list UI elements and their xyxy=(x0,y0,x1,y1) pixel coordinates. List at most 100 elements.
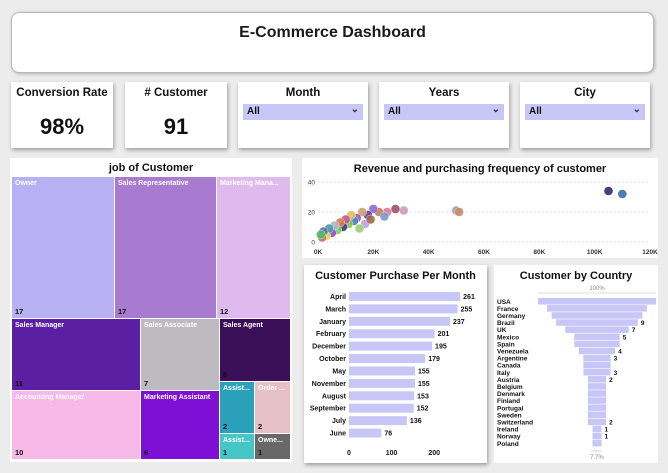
funnel-category-label: Mexico xyxy=(497,334,519,341)
month-bar[interactable] xyxy=(349,391,415,401)
scatter-point[interactable] xyxy=(617,189,628,199)
years-dropdown[interactable]: All ⌄ xyxy=(384,104,504,120)
kpi-label: Conversion Rate xyxy=(16,87,108,99)
bar-category-label: March xyxy=(325,306,346,313)
bar-category-label: December xyxy=(312,344,346,351)
funnel-value-label: 1 xyxy=(605,434,609,441)
month-bar[interactable] xyxy=(349,304,458,314)
month-bar[interactable] xyxy=(349,316,450,326)
funnel-bar[interactable] xyxy=(583,361,611,369)
city-dropdown[interactable]: All ⌄ xyxy=(525,104,645,120)
funnel-bar[interactable] xyxy=(587,390,607,397)
month-bar[interactable] xyxy=(349,366,416,376)
month-bar[interactable] xyxy=(349,329,435,339)
treemap-cell[interactable]: Owner 17 xyxy=(12,177,114,318)
funnel-top-percent: 100% xyxy=(589,286,605,292)
treemap-cell-label: Sales Representative xyxy=(118,180,189,187)
scatter-point[interactable] xyxy=(365,214,376,225)
scatter-point[interactable] xyxy=(316,229,326,240)
scatter-panel: Revenue and purchasing frequency of cust… xyxy=(302,158,658,258)
funnel-bar[interactable] xyxy=(547,305,647,312)
treemap-cell[interactable]: Assist... 1 xyxy=(220,434,254,459)
treemap-cell[interactable]: Sales Manager 11 xyxy=(12,319,140,390)
treemap-cell[interactable]: Sales Representative 17 xyxy=(115,177,216,318)
bar-value-label: 201 xyxy=(438,331,450,338)
treemap-cell[interactable]: Marketing Assistant 6 xyxy=(141,391,219,459)
slicer-month: Month All ⌄ xyxy=(238,82,368,148)
funnel-bar[interactable] xyxy=(574,340,620,348)
month-bar[interactable] xyxy=(349,341,433,351)
funnel-category-label: Italy xyxy=(497,370,510,377)
treemap-cell[interactable]: Sales Agent 6 xyxy=(220,319,290,381)
bar-value-label: 261 xyxy=(463,294,475,301)
funnel-category-label: Germany xyxy=(497,313,526,320)
funnel-bar[interactable] xyxy=(587,383,607,390)
slicer-city: City All ⌄ xyxy=(520,82,650,148)
funnel-bar[interactable] xyxy=(587,376,607,383)
funnel-bar[interactable] xyxy=(587,411,607,419)
month-bar[interactable] xyxy=(349,416,407,426)
chevron-down-icon[interactable]: ⌄ xyxy=(492,104,500,115)
treemap-cell[interactable]: Sales Associate 7 xyxy=(141,319,219,390)
scatter-point[interactable] xyxy=(399,205,409,216)
scatter-x-tick: 100K xyxy=(587,249,603,256)
month-bar[interactable] xyxy=(349,428,382,438)
funnel-bar[interactable] xyxy=(574,333,620,340)
funnel-bar[interactable] xyxy=(587,397,607,404)
treemap-cell[interactable]: Accounting Manager 10 xyxy=(12,391,140,459)
month-dropdown[interactable]: All ⌄ xyxy=(243,104,363,120)
scatter-point[interactable] xyxy=(603,186,614,196)
funnel-bar[interactable] xyxy=(578,347,616,355)
treemap-cell[interactable]: Assist... 2 xyxy=(220,382,254,433)
treemap-cell-label: Sales Associate xyxy=(144,322,198,329)
funnel-bar[interactable] xyxy=(592,439,602,447)
treemap-cell-count: 7 xyxy=(144,379,149,388)
scatter-point[interactable] xyxy=(354,223,365,234)
month-bar[interactable] xyxy=(349,378,416,388)
bar-value-label: 153 xyxy=(417,393,429,400)
scatter-point[interactable] xyxy=(379,211,390,222)
funnel-bar[interactable] xyxy=(592,432,602,440)
treemap-cell-count: 10 xyxy=(15,448,24,457)
month-bar[interactable] xyxy=(349,403,414,413)
scatter-point[interactable] xyxy=(390,204,401,214)
scatter-y-tick: 40 xyxy=(308,180,316,187)
treemap-cell-label: Accounting Manager xyxy=(15,394,85,401)
slicer-years: Years All ⌄ xyxy=(379,82,509,148)
treemap-cell[interactable]: Marketing Mana... 12 xyxy=(217,177,290,318)
kpi-conversion-rate: Conversion Rate 98% xyxy=(11,82,113,148)
chevron-down-icon[interactable]: ⌄ xyxy=(633,104,641,115)
kpi-label: # Customer xyxy=(144,87,208,99)
funnel-value-label: 5 xyxy=(623,334,627,341)
treemap-cell[interactable]: Owne... 1 xyxy=(255,434,290,459)
funnel-category-label: Canada xyxy=(497,363,521,370)
bar-category-label: November xyxy=(312,381,347,388)
chevron-down-icon[interactable]: ⌄ xyxy=(351,104,359,115)
funnel-bar[interactable] xyxy=(587,404,607,411)
treemap-cell-label: Marketing Assistant xyxy=(144,394,211,401)
funnel-bar[interactable] xyxy=(587,418,607,426)
bar-value-label: 155 xyxy=(418,368,430,375)
scatter-point[interactable] xyxy=(454,207,464,217)
bar-category-label: February xyxy=(316,331,346,338)
funnel-bar[interactable] xyxy=(551,312,643,319)
funnel-bar[interactable] xyxy=(592,425,602,433)
scatter-x-tick: 120K xyxy=(642,249,658,256)
funnel-bar[interactable] xyxy=(538,298,656,305)
bar-category-label: January xyxy=(319,319,346,326)
funnel-category-label: Spain xyxy=(497,341,515,348)
scatter-x-tick: 60K xyxy=(478,249,490,256)
bar-value-label: 179 xyxy=(428,356,440,363)
funnel-category-label: Portugal xyxy=(497,405,524,412)
funnel-bar[interactable] xyxy=(565,326,629,333)
funnel-bar[interactable] xyxy=(583,368,611,376)
month-bar[interactable] xyxy=(349,354,426,364)
month-bar[interactable] xyxy=(349,292,461,301)
funnel-value-label: 3 xyxy=(614,370,618,377)
treemap-cell-count: 6 xyxy=(223,370,228,379)
bar-category-label: October xyxy=(319,356,346,363)
funnel-bar[interactable] xyxy=(583,354,611,362)
treemap-cell[interactable]: Order ... 2 xyxy=(255,382,290,433)
funnel-bar[interactable] xyxy=(556,319,638,326)
funnel-category-label: Austria xyxy=(497,377,520,384)
